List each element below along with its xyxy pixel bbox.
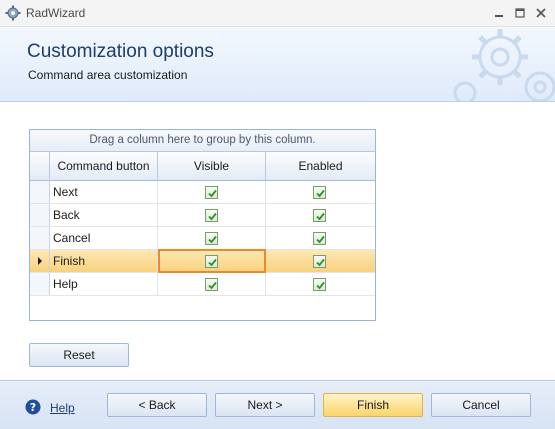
command-name-cell[interactable]: Next: [50, 181, 158, 203]
visible-checkbox[interactable]: [205, 278, 218, 291]
svg-text:?: ?: [30, 401, 36, 414]
row-indicator: [30, 250, 50, 272]
command-name-cell[interactable]: Help: [50, 273, 158, 295]
enabled-checkbox[interactable]: [313, 186, 326, 199]
cancel-button[interactable]: Cancel: [431, 393, 531, 417]
table-row[interactable]: Cancel: [30, 227, 375, 250]
visible-checkbox[interactable]: [205, 255, 218, 268]
enabled-cell[interactable]: [266, 204, 375, 226]
indicator-header: [30, 152, 50, 181]
page-subtitle: Command area customization: [28, 68, 188, 82]
column-header-command-button[interactable]: Command button: [50, 152, 158, 181]
column-header-visible[interactable]: Visible: [158, 152, 266, 181]
enabled-checkbox[interactable]: [313, 255, 326, 268]
wizard-footer: ? Help < Back Next > Finish Cancel: [0, 380, 555, 429]
back-button[interactable]: < Back: [107, 393, 207, 417]
help-icon[interactable]: ?: [25, 399, 41, 415]
table-row-selected[interactable]: Finish: [30, 249, 375, 273]
visible-checkbox[interactable]: [205, 209, 218, 222]
enabled-checkbox[interactable]: [313, 232, 326, 245]
enabled-checkbox[interactable]: [313, 278, 326, 291]
wizard-header: Customization options Command area custo…: [0, 27, 555, 102]
visible-cell[interactable]: [158, 227, 266, 249]
reset-button[interactable]: Reset: [29, 343, 129, 367]
visible-cell[interactable]: [158, 181, 266, 203]
row-indicator: [30, 273, 50, 295]
grid-header-row: Command button Visible Enabled: [30, 152, 375, 181]
visible-cell[interactable]: [158, 273, 266, 295]
finish-button[interactable]: Finish: [323, 393, 423, 417]
command-name-cell[interactable]: Finish: [50, 250, 158, 272]
window-title: RadWizard: [26, 6, 86, 20]
table-row[interactable]: Next: [30, 181, 375, 204]
group-panel[interactable]: Drag a column here to group by this colu…: [30, 130, 375, 152]
command-name-cell[interactable]: Cancel: [50, 227, 158, 249]
visible-checkbox[interactable]: [205, 232, 218, 245]
command-name-cell[interactable]: Back: [50, 204, 158, 226]
row-indicator: [30, 227, 50, 249]
minimize-icon[interactable]: [490, 4, 508, 22]
visible-checkbox[interactable]: [205, 186, 218, 199]
page-title: Customization options: [27, 41, 214, 62]
column-header-enabled[interactable]: Enabled: [266, 152, 375, 181]
enabled-cell[interactable]: [266, 273, 375, 295]
enabled-checkbox[interactable]: [313, 209, 326, 222]
app-gear-icon: [5, 5, 21, 21]
title-bar: RadWizard: [0, 0, 555, 27]
row-indicator: [30, 181, 50, 203]
table-row[interactable]: Back: [30, 204, 375, 227]
gears-watermark-icon: [453, 29, 555, 101]
table-row[interactable]: Help: [30, 273, 375, 296]
next-button[interactable]: Next >: [215, 393, 315, 417]
help-link[interactable]: Help: [50, 401, 75, 415]
visible-cell-focused[interactable]: [158, 249, 266, 273]
visible-cell[interactable]: [158, 204, 266, 226]
row-indicator: [30, 204, 50, 226]
enabled-cell[interactable]: [266, 181, 375, 203]
command-grid[interactable]: Drag a column here to group by this colu…: [29, 129, 376, 321]
maximize-icon[interactable]: [511, 4, 529, 22]
current-row-arrow-icon: [38, 257, 42, 265]
close-icon[interactable]: [532, 4, 550, 22]
enabled-cell[interactable]: [266, 250, 375, 272]
enabled-cell[interactable]: [266, 227, 375, 249]
